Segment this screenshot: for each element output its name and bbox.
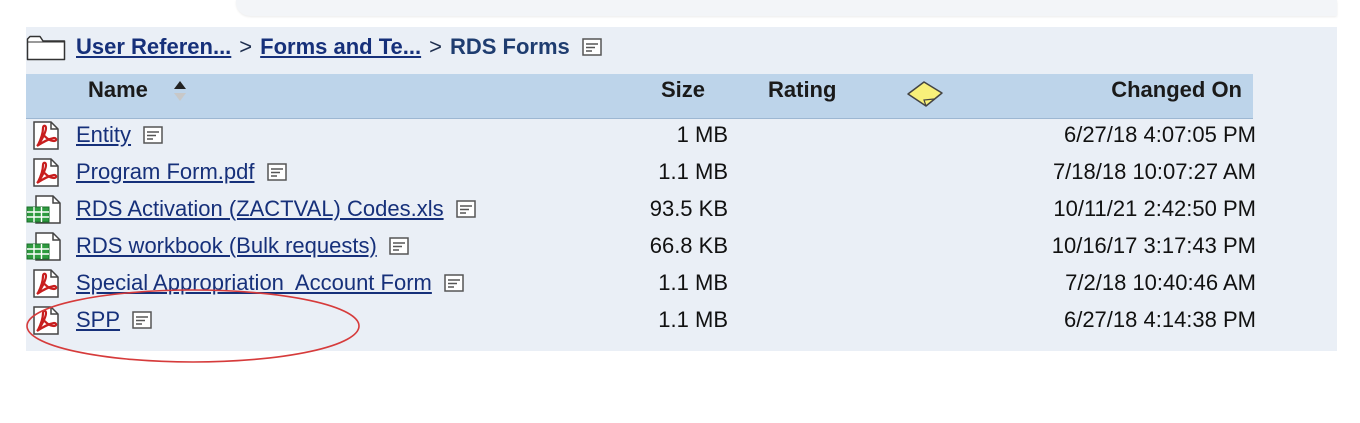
pdf-icon: [26, 157, 66, 187]
properties-note-icon[interactable]: [143, 125, 163, 144]
file-link[interactable]: SPP: [76, 307, 120, 333]
file-size: 66.8 KB: [649, 233, 728, 258]
breadcrumb-link-user-reference[interactable]: User Referen...: [76, 34, 231, 60]
pdf-icon: [26, 120, 66, 150]
table-row: Special Appropriation Account Form 1.1 M…: [26, 264, 1256, 301]
file-size: 93.5 KB: [649, 196, 728, 221]
properties-note-icon[interactable]: [266, 162, 287, 181]
properties-note-icon[interactable]: [132, 310, 152, 329]
spreadsheet-icon: [26, 194, 66, 224]
column-header-changed-on[interactable]: Changed On: [1111, 74, 1242, 118]
file-link[interactable]: Entity: [76, 122, 131, 148]
file-size: 1 MB: [676, 122, 728, 147]
spreadsheet-icon: [26, 231, 66, 261]
properties-note-icon[interactable]: [455, 199, 476, 218]
breadcrumb: User Referen... > Forms and Te... > RDS …: [26, 32, 602, 62]
changed-on-date: 7/18/18 10:07:27 AM: [1052, 159, 1256, 184]
column-header-name[interactable]: Name: [88, 74, 148, 118]
table-row: Entity 1 MB 6/27/18 4:07:05 PM: [26, 116, 1256, 153]
sort-ascending-icon[interactable]: [172, 78, 188, 104]
folder-properties-icon[interactable]: [582, 38, 602, 56]
column-header-size[interactable]: Size: [661, 74, 705, 118]
properties-note-icon[interactable]: [444, 273, 464, 292]
file-size: 1.1 MB: [658, 270, 728, 295]
column-header-rating[interactable]: Rating: [768, 74, 836, 118]
breadcrumb-separator: >: [239, 34, 253, 59]
changed-on-date: 6/27/18 4:14:38 PM: [1063, 307, 1256, 332]
pdf-icon: [26, 305, 66, 335]
file-link[interactable]: Special Appropriation Account Form: [76, 270, 432, 296]
folder-icon: [26, 33, 66, 61]
breadcrumb-current: RDS Forms: [449, 34, 570, 59]
table-row: RDS Activation (ZACTVAL) Codes.xls 93.5 …: [26, 190, 1256, 227]
changed-on-date: 6/27/18 4:07:05 PM: [1063, 122, 1256, 147]
table-row: SPP 1.1 MB 6/27/18 4:14:38 PM: [26, 301, 1256, 338]
breadcrumb-link-forms-and-templates[interactable]: Forms and Te...: [260, 34, 421, 60]
changed-on-date: 7/2/18 10:40:46 AM: [1065, 270, 1256, 295]
table-row: Program Form.pdf 1.1 MB 7/18/18 10:07:27…: [26, 153, 1256, 190]
file-browser-screen: User Referen... > Forms and Te... > RDS …: [0, 0, 1360, 423]
top-toolbar-strip: [236, 0, 1337, 16]
file-size: 1.1 MB: [658, 307, 728, 332]
changed-on-date: 10/16/17 3:17:43 PM: [1051, 233, 1256, 258]
sticky-note-icon[interactable]: [904, 78, 948, 110]
properties-note-icon[interactable]: [389, 236, 409, 255]
breadcrumb-separator: >: [429, 34, 442, 59]
file-link[interactable]: RDS workbook (Bulk requests): [76, 233, 377, 259]
pdf-icon: [26, 268, 66, 298]
table-header: Name Size Rating Changed On: [26, 74, 1253, 119]
changed-on-date: 10/11/21 2:42:50 PM: [1053, 196, 1256, 221]
file-size: 1.1 MB: [658, 159, 728, 184]
file-link[interactable]: RDS Activation (ZACTVAL) Codes.xls: [76, 196, 444, 222]
table-row: RDS workbook (Bulk requests) 66.8 KB 10/…: [26, 227, 1256, 264]
file-link[interactable]: Program Form.pdf: [76, 159, 255, 185]
